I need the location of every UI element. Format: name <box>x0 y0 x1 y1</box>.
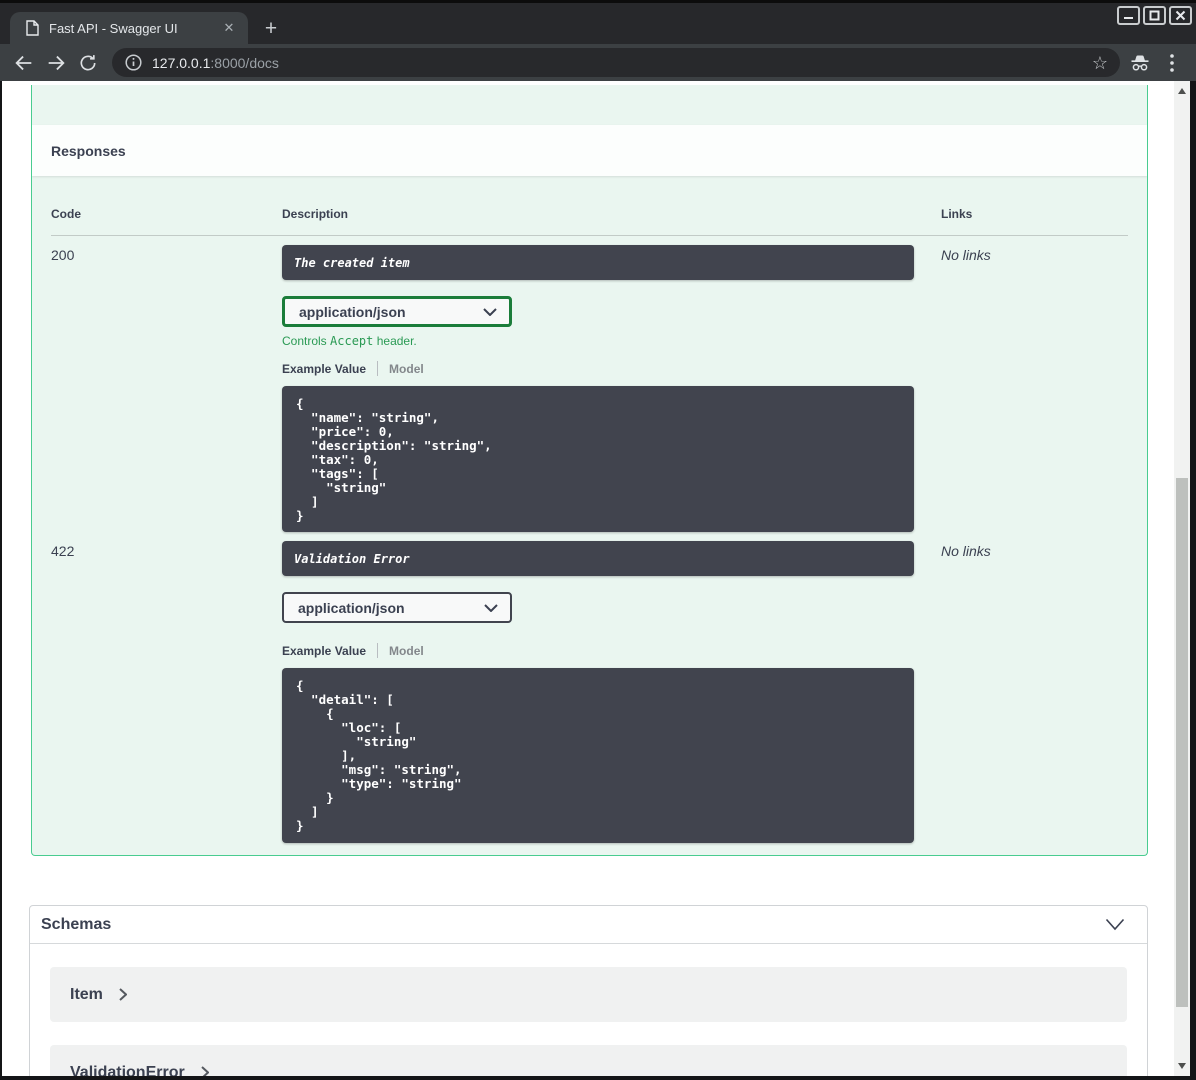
response-code: 200 <box>51 247 75 263</box>
chevron-right-icon <box>119 988 127 1001</box>
tab-separator <box>377 361 379 376</box>
forward-button[interactable] <box>43 50 69 76</box>
browser-menu-icon[interactable] <box>1162 49 1182 77</box>
response-description-block: The created item <box>282 245 914 280</box>
example-model-tabs: Example Value Model <box>282 361 941 376</box>
page-viewport: Responses Code Description Links 200 The… <box>2 81 1174 1076</box>
schemas-title: Schemas <box>41 915 112 933</box>
schema-validationerror[interactable]: ValidationError <box>50 1045 1127 1076</box>
browser-toolbar: 127.0.0.1:8000/docs ☆ <box>0 44 1196 81</box>
chevron-down-icon <box>484 603 498 612</box>
responses-section: Responses Code Description Links 200 The… <box>31 85 1148 856</box>
schemas-section: Schemas Item ValidationError <box>29 905 1148 1076</box>
tab-model[interactable]: Model <box>389 362 424 376</box>
accept-header-note: Controls Accept header. <box>282 334 417 348</box>
incognito-icon <box>1126 49 1154 77</box>
response-row-422: 422 Validation Error application/json Ex… <box>51 532 1128 843</box>
maximize-button[interactable] <box>1143 6 1166 25</box>
scroll-up-icon[interactable] <box>1178 88 1186 94</box>
site-info-icon[interactable] <box>125 54 142 71</box>
tab-model[interactable]: Model <box>389 644 424 658</box>
address-bar[interactable]: 127.0.0.1:8000/docs ☆ <box>112 48 1120 77</box>
schemas-header[interactable]: Schemas <box>30 906 1147 944</box>
tab-example-value[interactable]: Example Value <box>282 644 366 658</box>
example-json-block: { "detail": [ { "loc": [ "string" ], "ms… <box>282 668 914 843</box>
window-controls <box>1117 6 1192 25</box>
bookmark-star-icon[interactable]: ☆ <box>1092 54 1108 72</box>
back-button[interactable] <box>11 50 37 76</box>
tab-title: Fast API - Swagger UI <box>49 20 178 36</box>
response-links: No links <box>941 543 991 559</box>
scrollbar-thumb[interactable] <box>1176 478 1188 1007</box>
scrollbar[interactable] <box>1174 81 1190 1076</box>
responses-header: Responses <box>32 125 1147 176</box>
page-icon <box>26 20 39 36</box>
scroll-down-icon[interactable] <box>1178 1063 1186 1069</box>
chevron-right-icon <box>201 1066 209 1076</box>
response-description-block: Validation Error <box>282 541 914 576</box>
column-header-links: Links <box>941 207 973 221</box>
column-header-description: Description <box>282 207 349 221</box>
browser-tab[interactable]: Fast API - Swagger UI ✕ <box>10 12 248 44</box>
response-code: 422 <box>51 543 75 559</box>
minimize-button[interactable] <box>1117 6 1140 25</box>
new-tab-button[interactable]: + <box>258 16 284 42</box>
example-model-tabs: Example Value Model <box>282 643 941 658</box>
url-text: 127.0.0.1:8000/docs <box>152 55 1092 71</box>
responses-table-header: Code Description Links <box>51 176 1128 236</box>
media-type-select[interactable]: application/json <box>282 296 512 327</box>
chevron-down-icon <box>483 307 497 316</box>
schema-item[interactable]: Item <box>50 967 1127 1022</box>
response-row-200: 200 The created item application/json Co… <box>51 236 1128 532</box>
window-titlebar: Fast API - Swagger UI ✕ + <box>0 0 1196 44</box>
url-host: 127.0.0.1 <box>152 54 211 71</box>
example-json-block: { "name": "string", "price": 0, "descrip… <box>282 386 914 532</box>
media-type-select[interactable]: application/json <box>282 592 512 623</box>
url-path: :8000/docs <box>210 54 279 71</box>
tab-separator <box>377 643 379 658</box>
responses-table: Code Description Links 200 The created i… <box>32 176 1147 843</box>
chevron-down-icon[interactable] <box>1105 918 1125 931</box>
response-description-cell: The created item application/json Contro… <box>282 245 941 532</box>
tab-close-icon[interactable]: ✕ <box>220 19 238 37</box>
close-button[interactable] <box>1169 6 1192 25</box>
reload-button[interactable] <box>75 50 101 76</box>
responses-title: Responses <box>51 142 126 159</box>
response-links: No links <box>941 247 991 263</box>
column-header-code: Code <box>51 207 81 221</box>
response-description-cell: Validation Error application/json Exampl… <box>282 541 941 843</box>
browser-window: Fast API - Swagger UI ✕ + 127.0.0.1:8000… <box>0 0 1196 1080</box>
tab-example-value[interactable]: Example Value <box>282 362 366 376</box>
